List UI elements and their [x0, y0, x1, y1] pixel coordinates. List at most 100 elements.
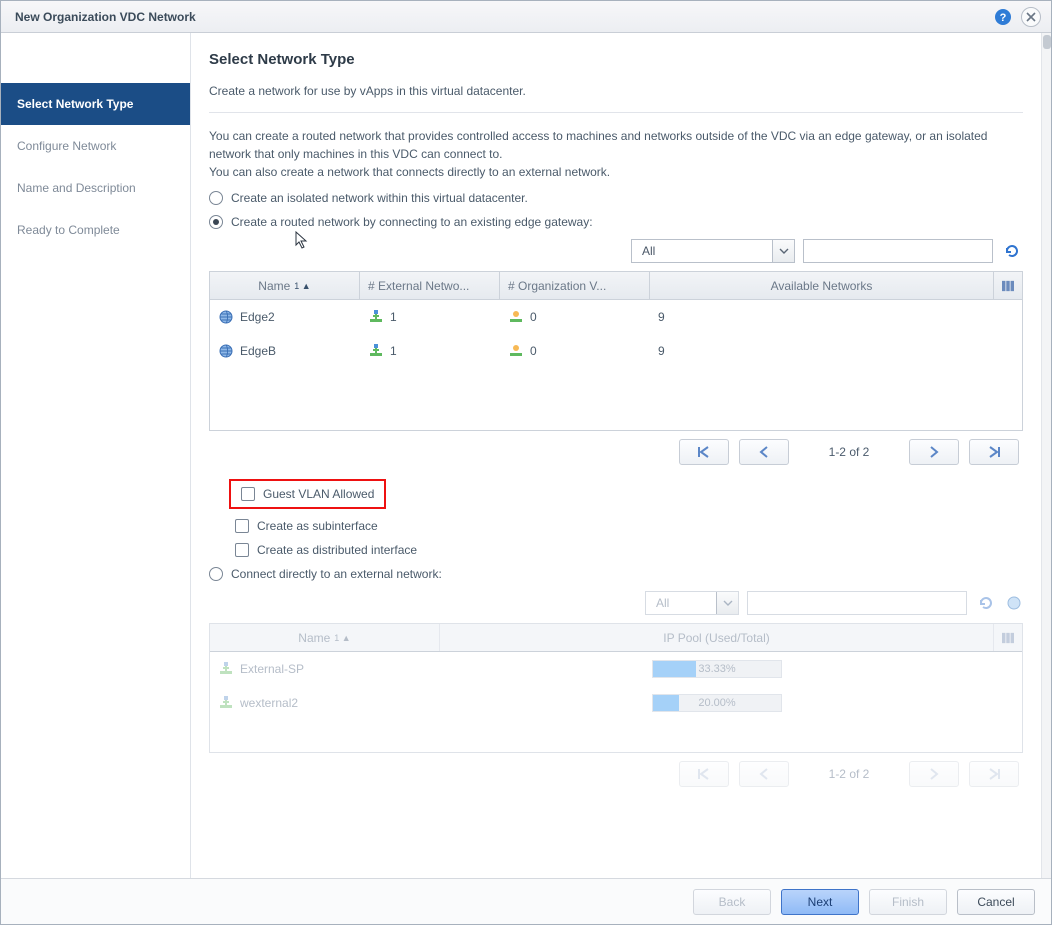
cell-avail: 9: [658, 310, 665, 324]
cancel-button[interactable]: Cancel: [957, 889, 1035, 915]
scrollbar-thumb[interactable]: [1043, 35, 1051, 49]
refresh-icon[interactable]: [1001, 240, 1023, 262]
option-isolated-label: Create an isolated network within this v…: [231, 191, 528, 205]
ext-network-icon: [218, 695, 234, 711]
sidebar-step-ready-to-complete[interactable]: Ready to Complete: [1, 209, 190, 251]
edge-filter-bar: All: [209, 239, 1023, 263]
radio-icon: [209, 567, 223, 581]
ext-filter-bar: All: [209, 591, 1023, 615]
pager-last-button[interactable]: [969, 439, 1019, 465]
pager-first-button[interactable]: [679, 439, 729, 465]
option-isolated[interactable]: Create an isolated network within this v…: [209, 191, 1023, 205]
option-routed-label: Create a routed network by connecting to…: [231, 215, 593, 229]
cell-ext: 1: [390, 310, 397, 324]
checkbox-icon: [235, 519, 249, 533]
col-org-vdc[interactable]: # Organization V...: [500, 272, 650, 299]
pager-first-button: [679, 761, 729, 787]
column-config-icon: [994, 624, 1022, 651]
cell-name: External-SP: [240, 662, 304, 676]
pager-next-button[interactable]: [909, 439, 959, 465]
subinterface-checkbox[interactable]: Create as subinterface: [235, 519, 1023, 533]
external-network-table: Name1 ▲ IP Pool (Used/Total): [209, 623, 1023, 753]
chevron-down-icon: [716, 592, 738, 614]
column-config-icon[interactable]: [994, 272, 1022, 299]
edge-gateway-icon: [218, 309, 234, 325]
section-title: Select Network Type: [209, 51, 1023, 68]
guest-vlan-label: Guest VLAN Allowed: [263, 487, 374, 501]
svg-text:?: ?: [1000, 12, 1007, 24]
checkbox-icon: [235, 543, 249, 557]
table-row: wexternal2 20.00%: [210, 686, 1022, 720]
subinterface-label: Create as subinterface: [257, 519, 378, 533]
ip-pool-progress: 20.00%: [652, 694, 782, 712]
progress-label: 20.00%: [653, 695, 781, 711]
option-direct[interactable]: Connect directly to an external network:: [209, 567, 1023, 581]
refresh-icon: [975, 592, 997, 614]
edge-gateway-icon: [218, 343, 234, 359]
col-name[interactable]: Name1 ▲: [210, 272, 360, 299]
resize-dots-icon: ∷: [1048, 456, 1051, 461]
table-row[interactable]: EdgeB 1: [210, 334, 1022, 368]
pager-next-button: [909, 761, 959, 787]
wizard-sidebar: Select Network Type Configure Network Na…: [1, 33, 191, 878]
table-row[interactable]: Edge2 1: [210, 300, 1022, 334]
pager-status: 1-2 of 2: [799, 445, 899, 459]
ext-table-pager: 1-2 of 2: [209, 753, 1023, 787]
section-explain-2: You can also create a network that conne…: [209, 163, 1023, 181]
org-network-icon: [508, 309, 524, 325]
sort-indicator-icon: 1 ▲: [294, 281, 310, 291]
radio-icon: [209, 191, 223, 205]
section-explain-1: You can create a routed network that pro…: [209, 127, 1023, 163]
cell-name: wexternal2: [240, 696, 298, 710]
title-bar: New Organization VDC Network ?: [1, 1, 1051, 33]
edge-filter-input[interactable]: [803, 239, 993, 263]
divider: [209, 112, 1023, 113]
help-icon[interactable]: ?: [993, 7, 1013, 27]
edge-table-pager: 1-2 of 2: [209, 431, 1023, 475]
cell-org: 0: [530, 344, 537, 358]
col-name: Name1 ▲: [210, 624, 440, 651]
ip-pool-progress: 33.33%: [652, 660, 782, 678]
back-button: Back: [693, 889, 771, 915]
guest-vlan-highlight: Guest VLAN Allowed: [229, 479, 386, 509]
section-intro: Create a network for use by vApps in thi…: [209, 82, 1023, 100]
edge-filter-select[interactable]: All: [631, 239, 795, 263]
next-button[interactable]: Next: [781, 889, 859, 915]
option-routed[interactable]: Create a routed network by connecting to…: [209, 215, 1023, 229]
cell-ext: 1: [390, 344, 397, 358]
ext-network-icon: [368, 309, 384, 325]
col-available-networks[interactable]: Available Networks: [650, 272, 994, 299]
option-direct-label: Connect directly to an external network:: [231, 567, 442, 581]
sidebar-step-name-and-description[interactable]: Name and Description: [1, 167, 190, 209]
ext-filter-input: [747, 591, 967, 615]
dialog: New Organization VDC Network ? Select Ne…: [0, 0, 1052, 925]
pager-prev-button[interactable]: [739, 439, 789, 465]
pager-last-button: [969, 761, 1019, 787]
table-row: External-SP 33.33%: [210, 652, 1022, 686]
pager-status: 1-2 of 2: [799, 767, 899, 781]
globe-icon: [1005, 594, 1023, 612]
close-icon[interactable]: [1021, 7, 1041, 27]
cell-avail: 9: [658, 344, 665, 358]
sidebar-step-select-network-type[interactable]: Select Network Type: [1, 83, 190, 125]
ext-filter-select: All: [645, 591, 739, 615]
cell-name: Edge2: [240, 310, 275, 324]
checkbox-icon[interactable]: [241, 487, 255, 501]
distributed-checkbox[interactable]: Create as distributed interface: [235, 543, 1023, 557]
col-ip-pool: IP Pool (Used/Total): [440, 624, 994, 651]
edge-gateway-table: Name1 ▲ # External Netwo... # Organizati…: [209, 271, 1023, 431]
edge-filter-select-value: All: [632, 244, 772, 258]
ext-network-icon: [218, 661, 234, 677]
progress-label: 33.33%: [653, 661, 781, 677]
sidebar-step-configure-network[interactable]: Configure Network: [1, 125, 190, 167]
wizard-content: Select Network Type Create a network for…: [191, 33, 1051, 878]
pager-prev-button: [739, 761, 789, 787]
ext-network-icon: [368, 343, 384, 359]
col-ext-networks[interactable]: # External Netwo...: [360, 272, 500, 299]
finish-button: Finish: [869, 889, 947, 915]
dialog-footer: Back Next Finish Cancel: [1, 878, 1051, 924]
distributed-label: Create as distributed interface: [257, 543, 417, 557]
content-scrollbar[interactable]: ∷: [1041, 33, 1051, 878]
chevron-down-icon: [772, 240, 794, 262]
cell-name: EdgeB: [240, 344, 276, 358]
